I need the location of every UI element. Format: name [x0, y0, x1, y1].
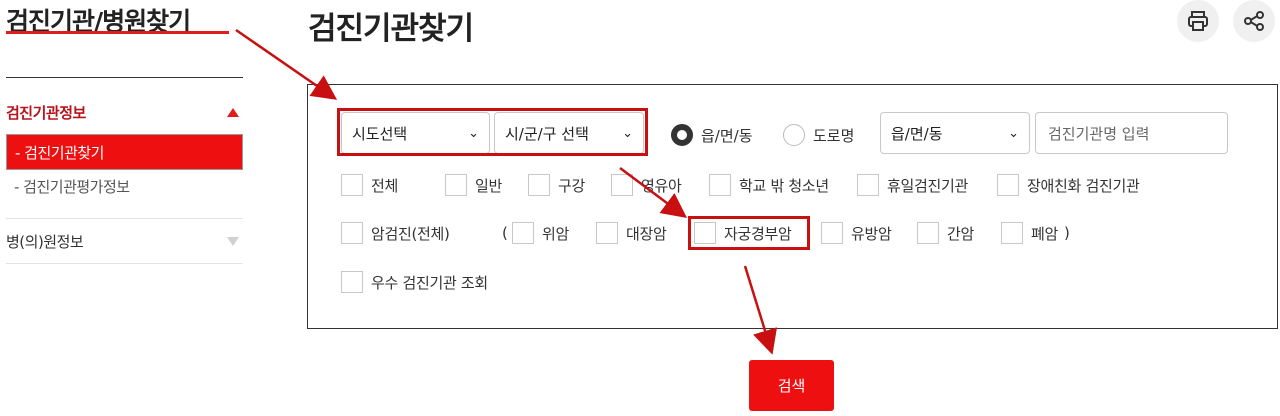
- checkbox-label: 자궁경부암: [724, 224, 792, 243]
- checkbox-colorectal-cancer[interactable]: 대장암: [596, 222, 667, 244]
- checkbox-label: 영유아: [641, 176, 682, 195]
- checkbox-box: [528, 174, 550, 196]
- printer-icon: [1188, 11, 1208, 31]
- sidebar-section-label: 병(의)원정보: [6, 232, 84, 251]
- checkbox-label: 전체: [371, 176, 399, 195]
- checkbox-label: 간암: [947, 224, 975, 243]
- radio-label: 읍/면/동: [701, 126, 753, 145]
- institution-name-placeholder: 검진기관명 입력: [1048, 124, 1150, 143]
- search-button[interactable]: 검색: [749, 360, 834, 411]
- checkbox-box: [821, 222, 843, 244]
- sidebar-divider: [6, 77, 243, 78]
- print-button[interactable]: [1177, 0, 1219, 42]
- checkbox-infant[interactable]: 영유아: [611, 174, 682, 196]
- checkbox-box: [341, 174, 363, 196]
- sidebar-section-checkup-info[interactable]: 검진기관정보: [6, 101, 243, 123]
- sigungu-select-value: 시/군/구 선택: [505, 124, 589, 143]
- checkbox-label: 구강: [558, 176, 586, 195]
- checkbox-label: 휴일검진기관: [887, 176, 969, 195]
- checkbox-cervical-cancer[interactable]: 자궁경부암: [694, 222, 792, 244]
- share-button[interactable]: [1233, 0, 1275, 42]
- sido-select[interactable]: 시도선택 ⌄: [341, 112, 490, 154]
- radio-eup-myeon-dong[interactable]: 읍/면/동: [671, 124, 753, 146]
- checkbox-general[interactable]: 일반: [445, 174, 502, 196]
- checkbox-liver-cancer[interactable]: 간암: [917, 222, 974, 244]
- checkbox-breast-cancer[interactable]: 유방암: [821, 222, 892, 244]
- checkbox-cancer-all[interactable]: 암검진(전체): [341, 222, 450, 244]
- close-parenthesis: ): [1064, 224, 1070, 242]
- checkbox-out-of-school-youth[interactable]: 학교 밖 청소년: [709, 174, 829, 196]
- checkbox-lung-cancer[interactable]: 폐암: [1001, 222, 1058, 244]
- checkbox-label: 대장암: [626, 224, 667, 243]
- institution-name-input[interactable]: 검진기관명 입력: [1035, 112, 1228, 154]
- checkbox-label: 폐암: [1031, 224, 1059, 243]
- sidebar-separator: [6, 263, 243, 264]
- dong-select[interactable]: 읍/면/동 ⌄: [880, 112, 1030, 154]
- checkbox-excellent-institution[interactable]: 우수 검진기관 조회: [341, 271, 488, 293]
- checkbox-box: [1001, 222, 1023, 244]
- sidebar-item-institution-evaluation[interactable]: - 검진기관평가정보: [14, 176, 130, 197]
- sidebar-item-find-checkup-institution[interactable]: - 검진기관찾기: [6, 134, 243, 170]
- checkbox-box: [997, 174, 1019, 196]
- checkbox-label: 일반: [475, 176, 503, 195]
- checkbox-label: 학교 밖 청소년: [739, 176, 829, 195]
- share-icon: [1244, 11, 1264, 31]
- checkbox-box: [341, 222, 363, 244]
- checkbox-box: [445, 174, 467, 196]
- sidebar-section-label: 검진기관정보: [6, 103, 86, 122]
- checkbox-box: [709, 174, 731, 196]
- sidebar-separator: [6, 218, 243, 219]
- checkbox-label: 유방암: [851, 224, 892, 243]
- checkbox-label: 위암: [542, 224, 570, 243]
- checkbox-box: [512, 222, 534, 244]
- checkbox-box: [596, 222, 618, 244]
- chevron-down-icon: ⌄: [468, 125, 479, 141]
- checkbox-label: 우수 검진기관 조회: [371, 273, 488, 292]
- sigungu-select[interactable]: 시/군/구 선택 ⌄: [494, 112, 644, 154]
- checkbox-box: [611, 174, 633, 196]
- radio-road-name[interactable]: 도로명: [783, 124, 854, 146]
- dong-select-value: 읍/면/동: [891, 124, 943, 143]
- checkbox-disability-friendly[interactable]: 장애친화 검진기관: [997, 174, 1140, 196]
- checkbox-all[interactable]: 전체: [341, 174, 398, 196]
- checkbox-label: 장애친화 검진기관: [1027, 176, 1140, 195]
- open-parenthesis: (: [502, 224, 508, 242]
- sido-select-value: 시도선택: [352, 124, 408, 143]
- triangle-down-icon: [227, 236, 239, 246]
- checkbox-box: [341, 271, 363, 293]
- radio-circle: [671, 124, 693, 146]
- checkbox-holiday[interactable]: 휴일검진기관: [857, 174, 968, 196]
- checkbox-label: 암검진(전체): [371, 224, 450, 243]
- page-title: 검진기관찾기: [308, 11, 474, 47]
- checkbox-box: [857, 174, 879, 196]
- triangle-up-icon: [227, 107, 239, 117]
- checkbox-box: [694, 222, 716, 244]
- sidebar-section-hospital-info[interactable]: 병(의)원정보: [6, 230, 243, 252]
- radio-circle: [783, 124, 805, 146]
- checkbox-box: [917, 222, 939, 244]
- chevron-down-icon: ⌄: [1008, 125, 1019, 141]
- checkbox-oral[interactable]: 구강: [528, 174, 585, 196]
- checkbox-stomach-cancer[interactable]: 위암: [512, 222, 569, 244]
- chevron-down-icon: ⌄: [622, 125, 633, 141]
- radio-label: 도로명: [813, 126, 855, 145]
- sidebar-title-underline: [6, 31, 229, 34]
